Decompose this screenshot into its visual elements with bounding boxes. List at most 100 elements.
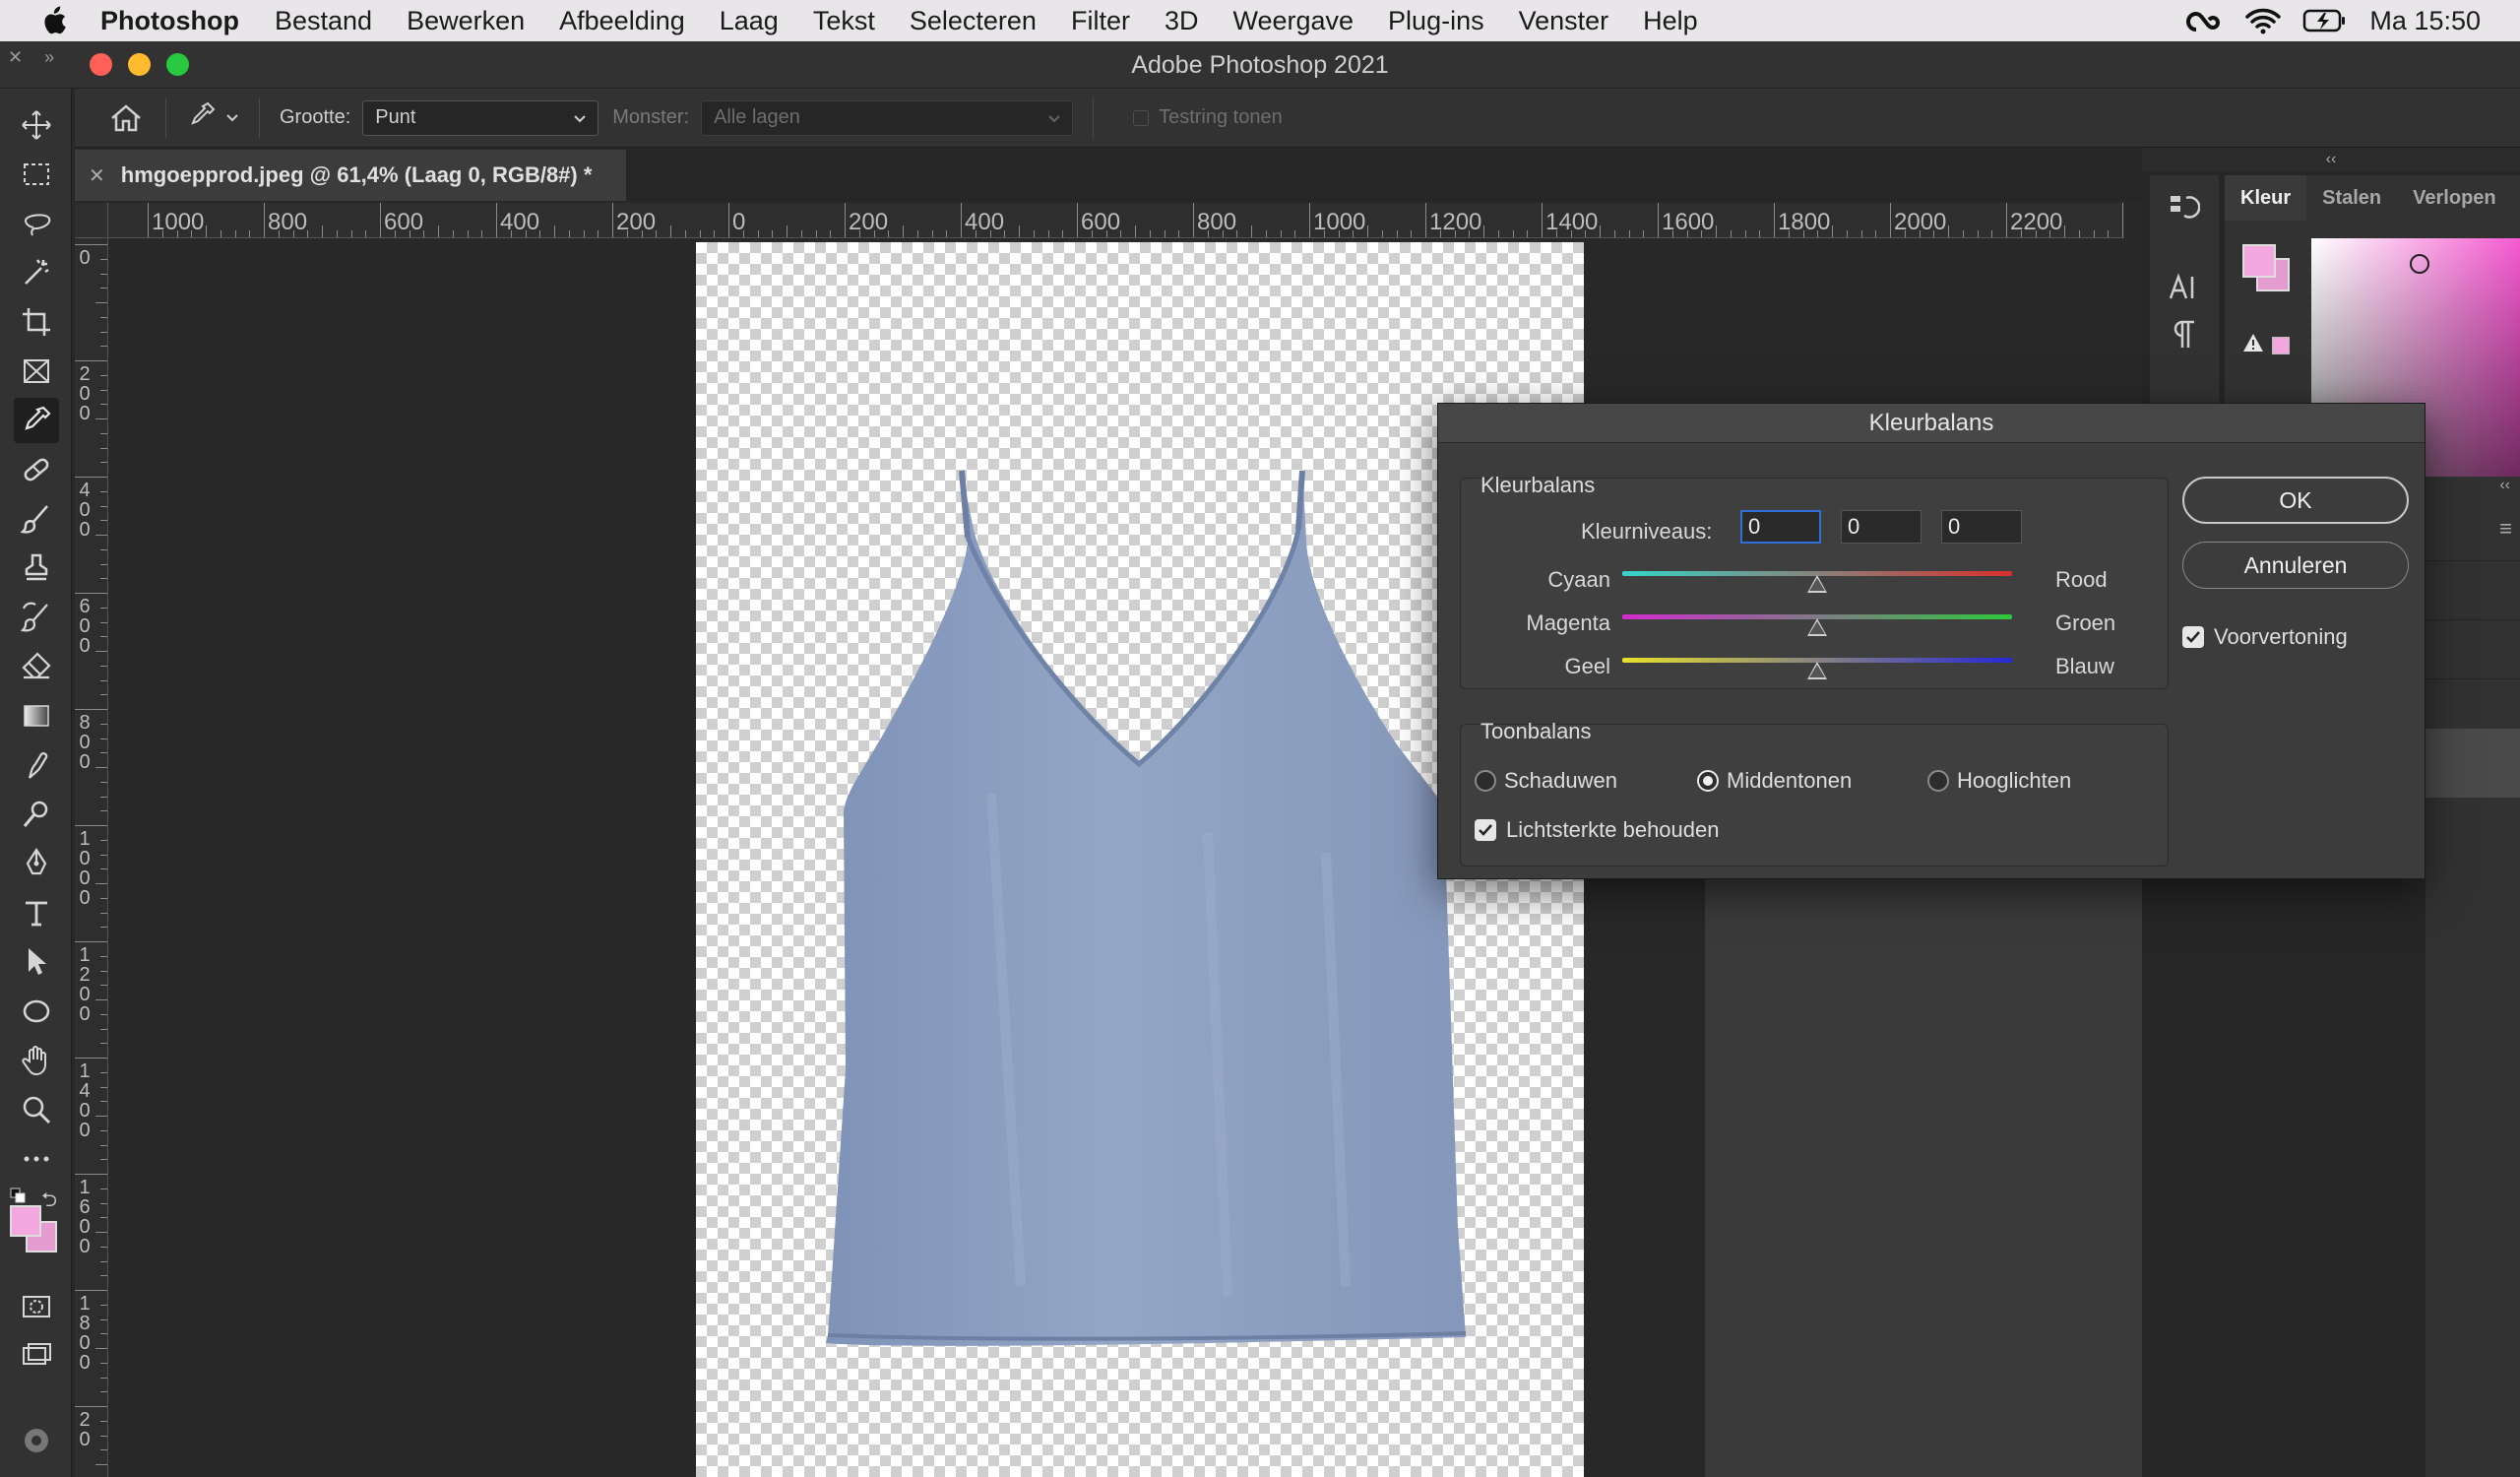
show-sampling-ring-checkbox[interactable]: Testring tonen [1133,106,1283,129]
ellipse-icon[interactable] [14,989,59,1034]
screen-mode-icon[interactable] [14,1333,59,1379]
ruler-tick [100,578,107,580]
healing-brush-icon[interactable] [14,447,59,492]
character-panel-icon[interactable] [2164,268,2203,307]
default-colors-icon[interactable] [10,1188,30,1203]
tone-radio-hooglichten[interactable]: Hooglichten [1927,768,2071,794]
move-tool-icon[interactable] [14,102,59,148]
menu-bewerken[interactable]: Bewerken [407,6,525,36]
menu-plug-ins[interactable]: Plug-ins [1388,6,1484,36]
more-tools-icon[interactable] [14,1136,59,1182]
checkmark-icon[interactable] [2182,626,2204,648]
history-panel-icon[interactable] [2164,189,2203,228]
brush-icon[interactable] [14,496,59,542]
layers-panel: ≡ [2426,477,2520,1477]
ruler-origin[interactable] [75,203,108,238]
creative-cloud-icon[interactable] [2184,6,2224,35]
menu-bar-clock[interactable]: Ma 15:50 [2369,6,2481,36]
menu-venster[interactable]: Venster [1519,6,1609,36]
tone-radio-schaduwen[interactable]: Schaduwen [1475,768,1617,794]
gradient-icon[interactable] [14,693,59,738]
path-selection-icon[interactable] [14,939,59,985]
pen-icon[interactable] [14,841,59,886]
menu-help[interactable]: Help [1643,6,1698,36]
edit-toolbar-icon[interactable] [14,1418,59,1463]
vertical-ruler[interactable]: 0 200 400 600 800 1000 1200 1400 1600 1800 20 [75,238,108,1477]
radio-button[interactable] [1927,770,1949,792]
tone-radio-middentonen[interactable]: Middentonen [1697,768,1852,794]
foreground-background-colors[interactable]: ⮌ [10,1186,69,1252]
swap-colors-icon[interactable]: ⮌ [41,1186,57,1219]
ok-button[interactable]: OK [2182,477,2409,524]
battery-charging-icon[interactable] [2302,8,2348,33]
ruler-tick [1469,230,1471,237]
menu-laag[interactable]: Laag [720,6,779,36]
frame-tool-icon[interactable] [14,349,59,394]
ruler-tick [1802,230,1804,237]
dialog-title[interactable]: Kleurbalans [1438,404,2425,443]
dodge-icon[interactable] [14,792,59,837]
home-icon[interactable] [106,98,146,138]
menu-afbeelding[interactable]: Afbeelding [559,6,685,36]
menu-filter[interactable]: Filter [1071,6,1130,36]
gamut-swatch[interactable] [2272,336,2290,354]
collapse-lower-panel-icon[interactable]: ‹‹ [2426,477,2520,496]
size-select[interactable]: Punt [362,99,599,136]
panel-foreground-swatch[interactable] [2242,244,2276,278]
preserve-luminosity-checkbox[interactable]: Lichtsterkte behouden [1475,817,1720,843]
ruler-label: 400 [79,480,91,541]
menu-selecteren[interactable]: Selecteren [910,6,1037,36]
ruler-tick [100,389,107,391]
lasso-icon[interactable] [14,201,59,246]
ruler-tick [903,225,904,237]
foreground-color-swatch[interactable] [10,1205,41,1237]
ruler-tick [100,331,107,333]
type-icon[interactable] [14,890,59,935]
magenta-green-slider-thumb[interactable] [1807,618,1827,636]
eyedropper-tool-icon[interactable] [14,398,59,443]
checkmark-icon[interactable] [1475,819,1496,841]
color-picker-cursor[interactable] [2410,254,2429,274]
clone-stamp-icon[interactable] [14,546,59,591]
yellow-blue-slider-row: Geel Blauw [1461,646,2170,685]
selected-layer-row[interactable] [2426,729,2520,798]
radio-button[interactable] [1475,770,1496,792]
yellow-blue-slider-thumb[interactable] [1807,662,1827,679]
sample-select[interactable]: Alle lagen [701,99,1074,136]
quick-mask-icon[interactable] [14,1284,59,1329]
rectangular-marquee-icon[interactable] [14,152,59,197]
menu-3d[interactable]: 3D [1165,6,1199,36]
eraser-icon[interactable] [14,644,59,689]
menu-bestand[interactable]: Bestand [275,6,372,36]
cancel-button[interactable]: Annuleren [2182,542,2409,589]
wifi-icon[interactable] [2245,7,2282,34]
menu-weergave[interactable]: Weergave [1232,6,1354,36]
history-brush-icon[interactable] [14,595,59,640]
preserve-luminosity-label: Lichtsterkte behouden [1506,817,1720,842]
tab-kleur[interactable]: Kleur [2225,175,2307,221]
cyan-red-slider-thumb[interactable] [1807,575,1827,593]
apple-menu-icon[interactable] [39,6,69,35]
magic-wand-icon[interactable] [14,250,59,295]
tool-preset-picker[interactable] [186,99,239,137]
hand-icon[interactable] [14,1038,59,1083]
paragraph-panel-icon[interactable] [2164,315,2203,354]
panel-menu-icon[interactable]: ≡ [2499,516,2512,542]
color-level-cyan-red-input[interactable] [1740,510,1821,544]
preview-checkbox[interactable]: Voorvertoning [2182,624,2348,650]
smudge-icon[interactable] [14,742,59,788]
tab-stalen[interactable]: Stalen [2306,175,2397,221]
close-document-icon[interactable]: ✕ [89,163,105,188]
collapse-dock-icon[interactable]: ‹‹ [2142,148,2520,171]
horizontal-ruler[interactable]: 1000 800 600 400 200 0 200 400 600 800 1000 1200 140… [108,203,2124,238]
app-menu-photoshop[interactable]: Photoshop [100,6,239,36]
color-level-yellow-blue-input[interactable] [1941,510,2022,544]
tab-verlopen[interactable]: Verlopen [2397,175,2511,221]
menu-tekst[interactable]: Tekst [813,6,875,36]
color-level-magenta-green-input[interactable] [1841,510,1922,544]
zoom-icon[interactable] [14,1087,59,1132]
gamut-warning[interactable] [2242,333,2290,357]
crop-icon[interactable] [14,299,59,345]
document-tab[interactable]: ✕ hmgoepprod.jpeg @ 61,4% (Laag 0, RGB/8… [75,150,626,201]
radio-button[interactable] [1697,770,1719,792]
